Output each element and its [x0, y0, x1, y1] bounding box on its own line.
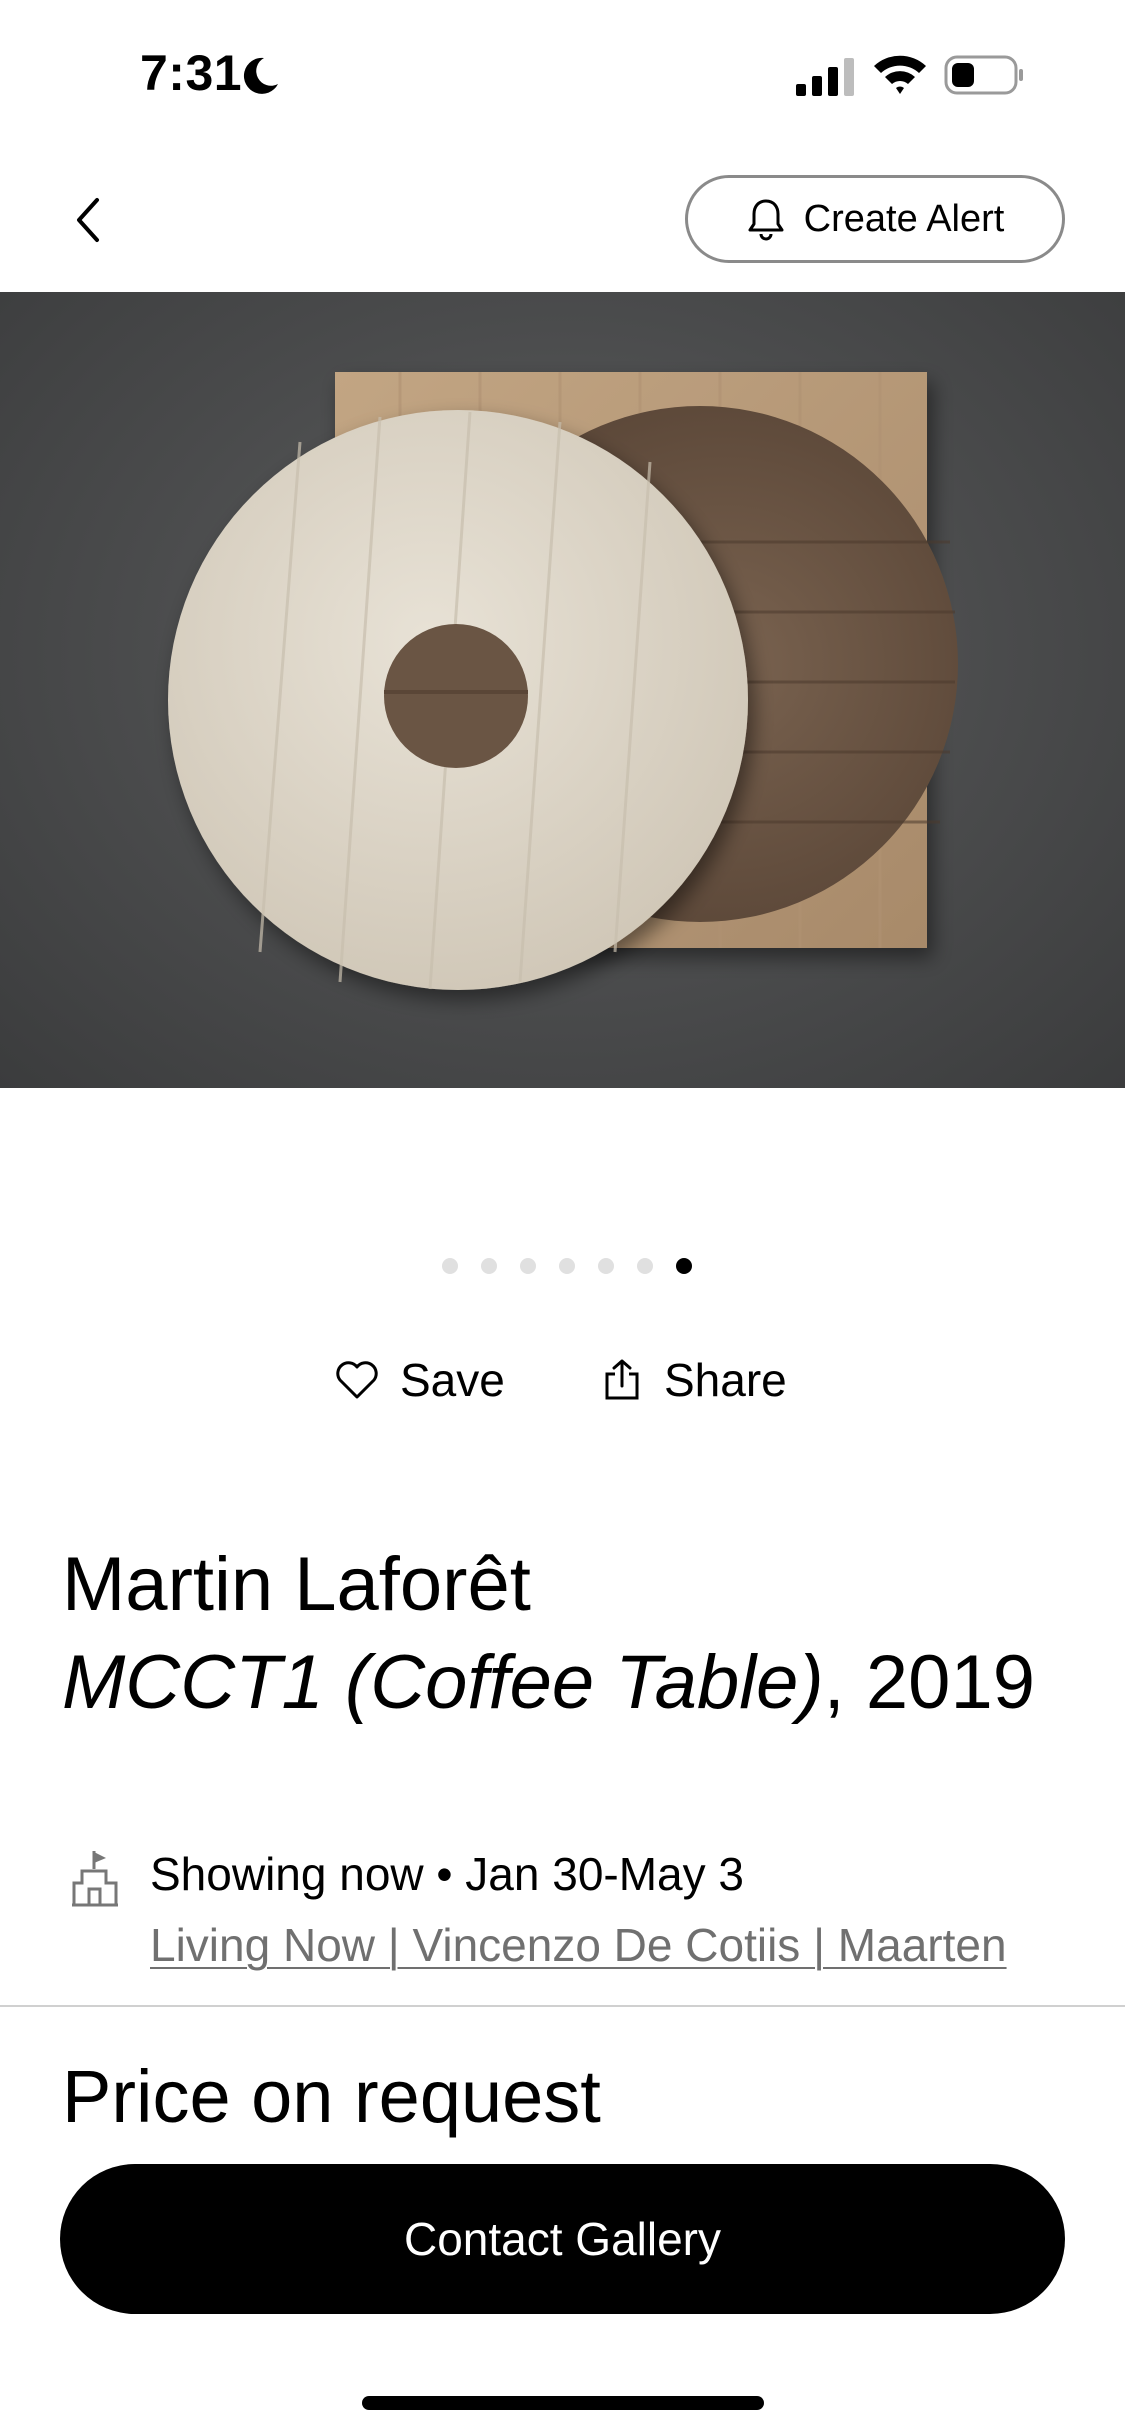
show-status: Showing now • Jan 30-May 3: [150, 1848, 744, 1900]
battery-icon: [944, 55, 1023, 95]
save-button[interactable]: Save: [334, 1345, 505, 1415]
show-link[interactable]: Living Now | Vincenzo De Cotiis | Maarte…: [150, 1917, 1007, 1973]
status-bar: 7:31: [0, 0, 1125, 150]
back-button[interactable]: [58, 190, 118, 250]
status-time: 7:31: [140, 45, 243, 101]
price-label: Price on request: [62, 2055, 601, 2138]
pager-dot-active[interactable]: [675, 1258, 692, 1274]
pager-dot[interactable]: [480, 1258, 497, 1274]
image-pager[interactable]: [0, 1258, 1125, 1278]
bell-icon: [748, 199, 784, 241]
artwork-title-italic: MCCT1 (Coffee Table): [62, 1640, 824, 1725]
pager-dot[interactable]: [441, 1258, 458, 1274]
artwork-image[interactable]: [0, 292, 1125, 1088]
cellular-signal-icon: [796, 58, 854, 96]
create-alert-button[interactable]: Create Alert: [685, 175, 1065, 263]
moon-icon: [243, 57, 278, 94]
chevron-left-icon: [77, 198, 99, 242]
artwork-title: MCCT1 (Coffee Table), 2019: [62, 1638, 1035, 1728]
heart-icon: [336, 1361, 378, 1399]
purchase-panel: Price on request Contact Gallery: [0, 2007, 1125, 2436]
home-indicator[interactable]: [362, 2396, 764, 2410]
share-label: Share: [664, 1354, 787, 1406]
save-label: Save: [400, 1354, 505, 1406]
pager-dot[interactable]: [636, 1258, 653, 1274]
gallery-building-icon: [72, 1851, 118, 1907]
coffee-table-photo: [168, 372, 958, 990]
pager-dot[interactable]: [597, 1258, 614, 1274]
pager-dot[interactable]: [558, 1258, 575, 1274]
artist-name[interactable]: Martin Laforêt: [62, 1540, 531, 1630]
top-nav: Create Alert: [0, 150, 1125, 290]
wifi-icon: [874, 55, 926, 94]
contact-gallery-button[interactable]: Contact Gallery: [60, 2164, 1065, 2314]
pager-dot[interactable]: [519, 1258, 536, 1274]
share-icon: [605, 1359, 639, 1400]
artwork-detail-screen: 7:31 Create Alert Save Share Martin Lafo…: [0, 0, 1125, 2436]
artwork-year: , 2019: [823, 1640, 1035, 1725]
artwork-actions: Save Share: [0, 1345, 1125, 1415]
contact-gallery-label: Contact Gallery: [403, 2213, 721, 2265]
share-button[interactable]: Share: [602, 1345, 787, 1415]
create-alert-label: Create Alert: [803, 197, 1005, 240]
